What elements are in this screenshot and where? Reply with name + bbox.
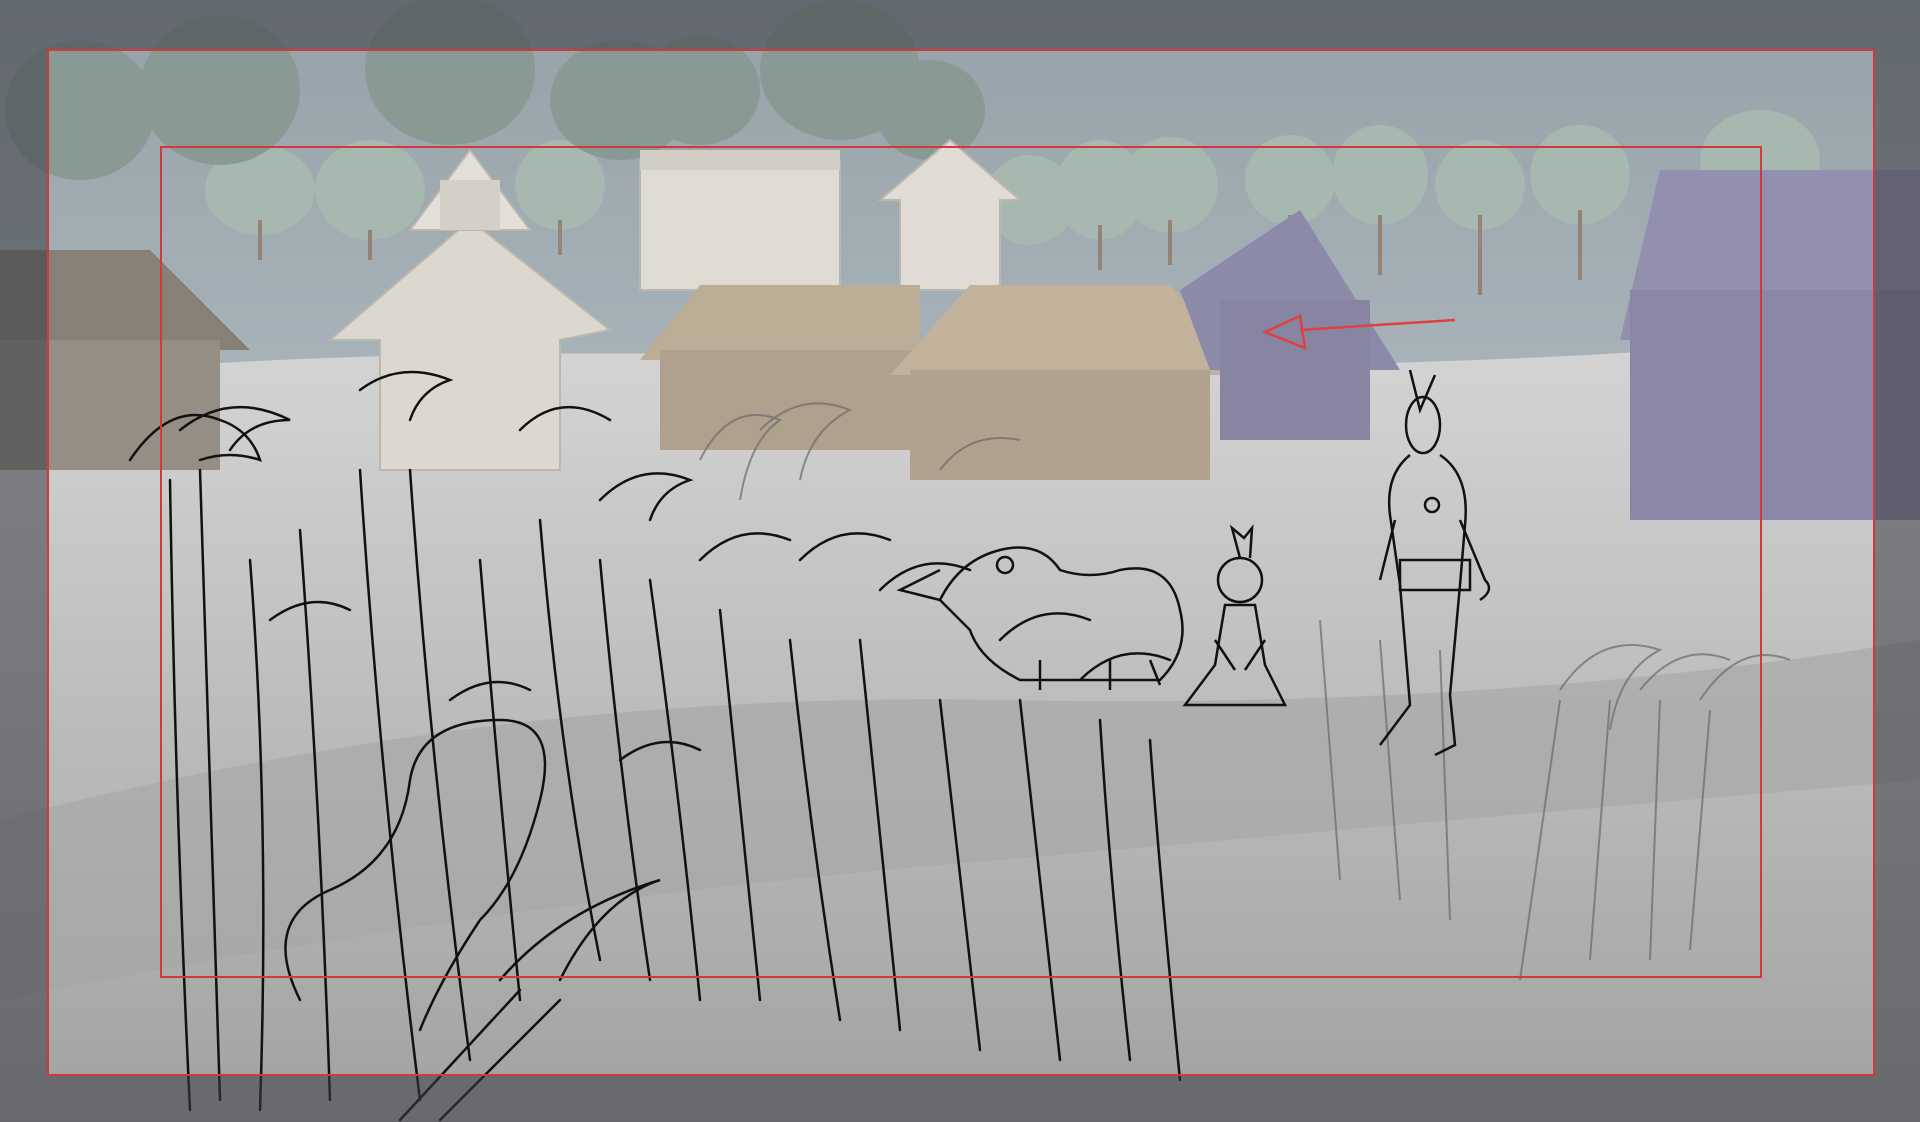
storyboard-viewport (0, 0, 1920, 1122)
storyboard-canvas (0, 0, 1920, 1122)
sketch-wash (0, 0, 1920, 1122)
